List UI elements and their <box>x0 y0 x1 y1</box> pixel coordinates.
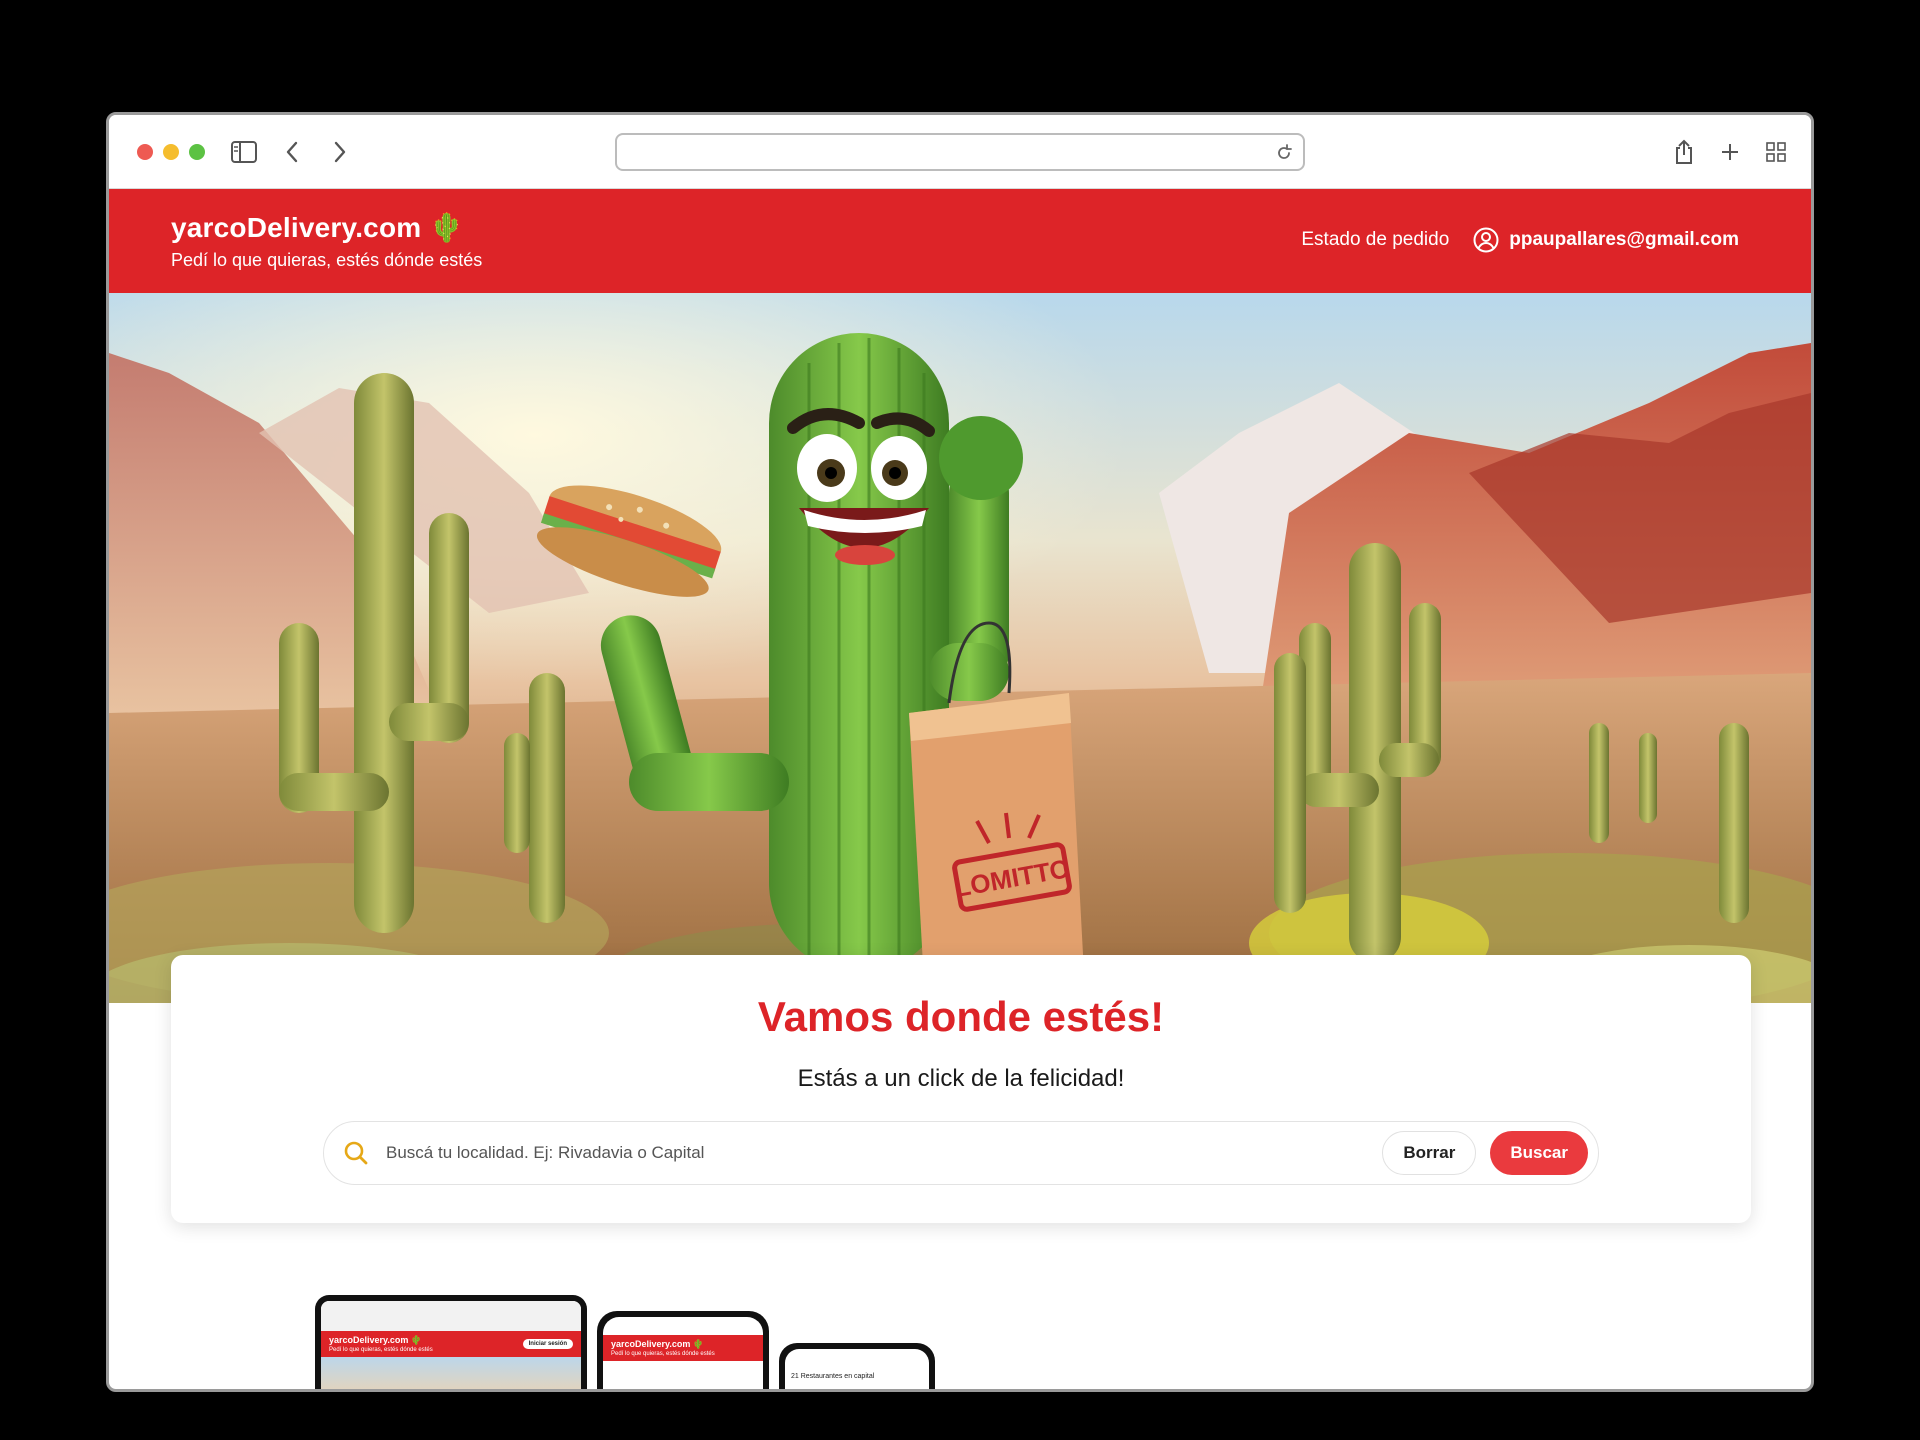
tablet-mockup: yarcoDelivery.com 🌵 Pedí lo que quieras, … <box>315 1295 587 1389</box>
phone-2-screen: 21 Restaurantes en capital <box>785 1349 929 1389</box>
clear-button[interactable]: Borrar <box>1382 1131 1477 1175</box>
user-menu[interactable]: ppaupallares@gmail.com <box>1473 227 1739 253</box>
address-bar[interactable] <box>615 133 1305 171</box>
tab-overview-icon[interactable] <box>1761 137 1791 167</box>
location-search-input[interactable]: Buscá tu localidad. Ej: Rivadavia o Capi… <box>386 1143 1382 1163</box>
brand-tagline: Pedí lo que quieras, estés dónde estés <box>171 250 483 270</box>
user-icon <box>1473 227 1499 253</box>
device-mockups: yarcoDelivery.com 🌵 Pedí lo que quieras, … <box>109 1295 1811 1389</box>
tablet-hero <box>321 1357 581 1389</box>
phone-site-header: yarcoDelivery.com 🌵 Pedí lo que quieras,… <box>603 1335 763 1361</box>
search-card-subtitle: Estás a un click de la felicidad! <box>797 1065 1125 1092</box>
site-header: yarcoDelivery.com 🌵 Pedí lo que quieras,… <box>109 189 1811 293</box>
header-nav: Estado de pedido ppaupallares@gmail.com <box>1301 227 1739 253</box>
minimize-window-button[interactable] <box>163 144 179 160</box>
tablet-brand: yarcoDelivery.com 🌵 Pedí lo que quieras, … <box>329 1335 433 1353</box>
phone-mockup: yarcoDelivery.com 🌵 Pedí lo que quieras,… <box>597 1311 769 1389</box>
search-icon <box>342 1139 370 1167</box>
hero-banner: LOMITTO <box>109 293 1811 1003</box>
browser-window: yarcoDelivery.com 🌵 Pedí lo que quieras,… <box>106 112 1814 1392</box>
tablet-browser-bar <box>321 1301 581 1331</box>
location-search-bar: Buscá tu localidad. Ej: Rivadavia o Capi… <box>323 1121 1599 1185</box>
tablet-site-header: yarcoDelivery.com 🌵 Pedí lo que quieras, … <box>321 1331 581 1357</box>
search-button[interactable]: Buscar <box>1490 1131 1588 1175</box>
tablet-login-button: Iniciar sesión <box>522 1339 573 1349</box>
brand[interactable]: yarcoDelivery.com 🌵 Pedí lo que quieras,… <box>171 211 482 271</box>
reload-icon[interactable] <box>1273 142 1295 164</box>
new-tab-icon[interactable] <box>1715 137 1745 167</box>
forward-icon[interactable] <box>325 137 355 167</box>
share-icon[interactable] <box>1669 137 1699 167</box>
tablet-screen: yarcoDelivery.com 🌵 Pedí lo que quieras, … <box>321 1301 581 1389</box>
search-card-title: Vamos donde estés! <box>757 993 1165 1040</box>
phone-mockup-2: 21 Restaurantes en capital <box>779 1343 935 1389</box>
sidebar-icon[interactable] <box>229 137 259 167</box>
browser-toolbar <box>109 115 1811 189</box>
phone-brand-tagline: Pedí lo que quieras, estés dónde estés <box>611 1351 715 1357</box>
tablet-brand-tagline: Pedí lo que quieras, estés dónde estés <box>329 1347 433 1353</box>
close-window-button[interactable] <box>137 144 153 160</box>
zoom-window-button[interactable] <box>189 144 205 160</box>
phone-screen: yarcoDelivery.com 🌵 Pedí lo que quieras,… <box>603 1317 763 1389</box>
search-card: Vamos donde estés! Estás a un click de l… <box>171 955 1751 1223</box>
tablet-brand-title: yarcoDelivery.com 🌵 <box>329 1335 423 1345</box>
order-status-link[interactable]: Estado de pedido <box>1301 229 1449 251</box>
user-email: ppaupallares@gmail.com <box>1509 229 1739 250</box>
back-icon[interactable] <box>277 137 307 167</box>
phone-brand-title: yarcoDelivery.com 🌵 <box>611 1339 705 1349</box>
brand-title: yarcoDelivery.com 🌵 <box>171 212 465 243</box>
phone-2-restaurant-count: 21 Restaurantes en capital <box>791 1373 875 1380</box>
hero-illustration: LOMITTO <box>109 293 1811 1003</box>
